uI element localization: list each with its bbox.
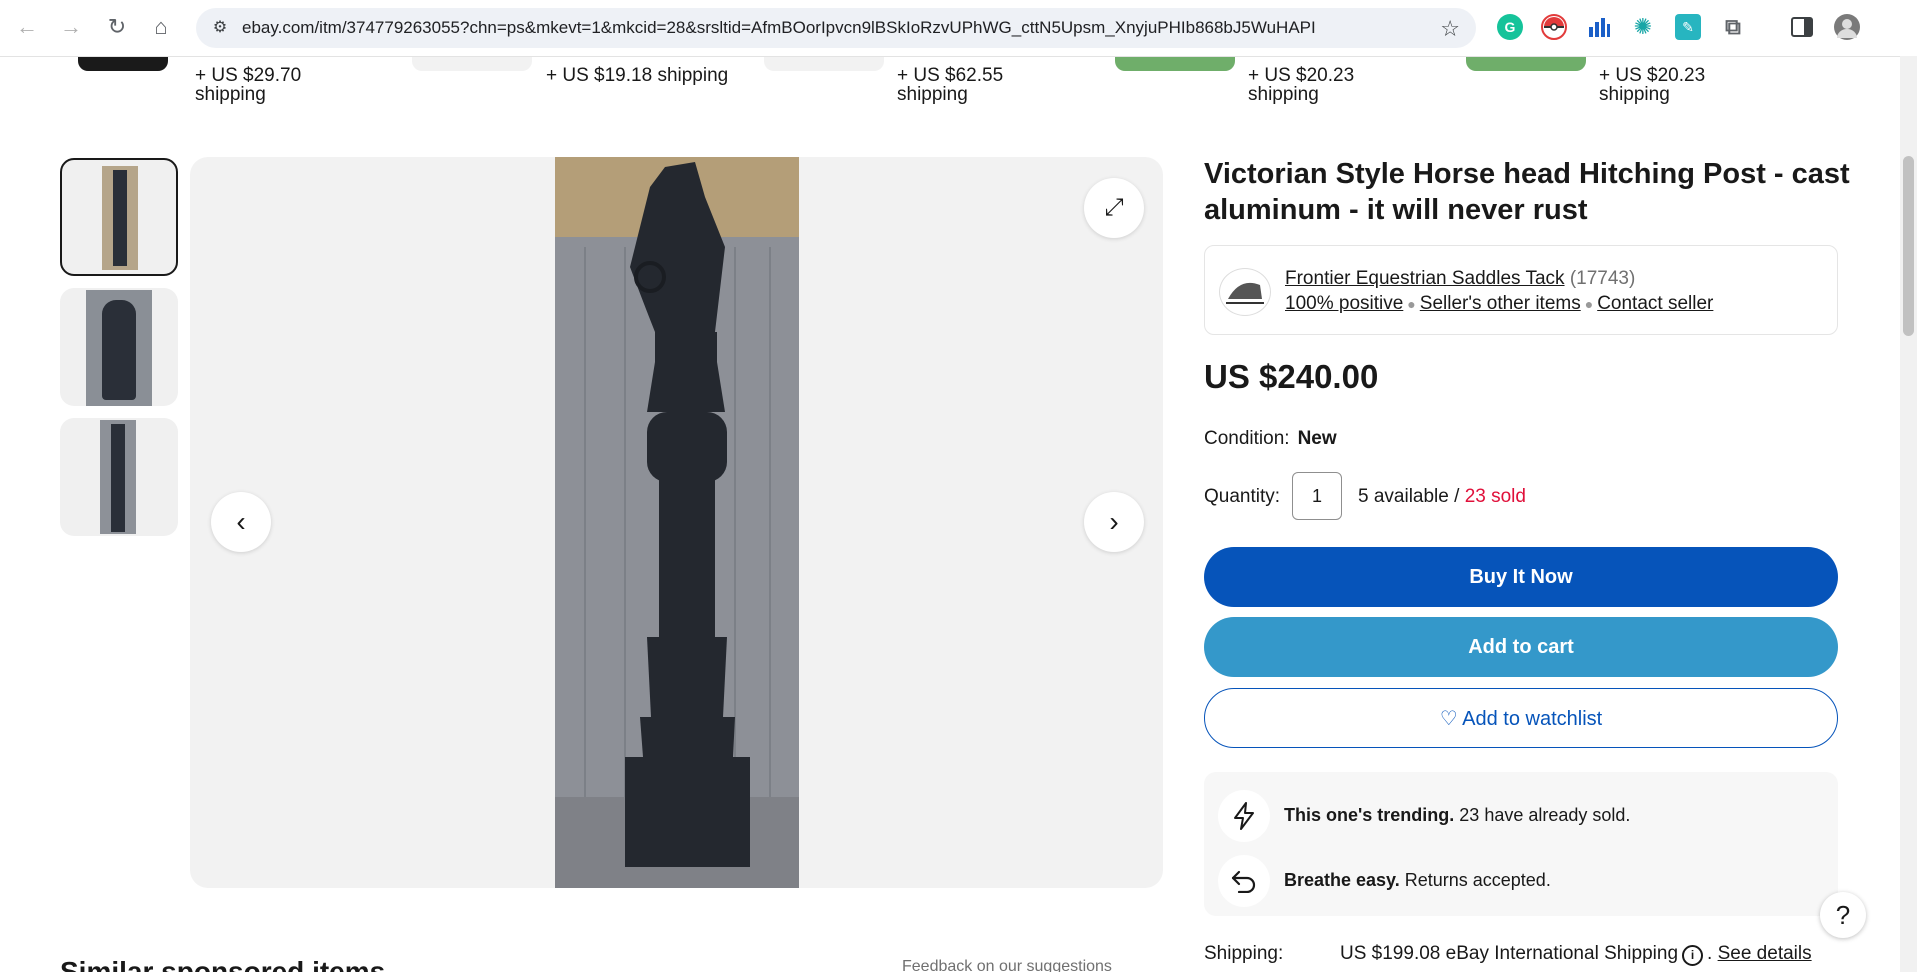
bookmark-star-icon[interactable]: ☆ xyxy=(1440,16,1460,42)
trending-signal: This one's trending. 23 have already sol… xyxy=(1284,805,1631,825)
browser-toolbar: ← → ↻ ⌂ ⚙ ebay.com/itm/374779263055?chn=… xyxy=(0,0,1917,57)
info-icon[interactable]: i xyxy=(1682,945,1704,966)
seller-logo[interactable] xyxy=(1219,268,1271,316)
quantity-label: Quantity: xyxy=(1204,486,1281,507)
main-image-viewer[interactable]: ‹ › ⤢ xyxy=(190,157,1163,888)
carousel-item-image[interactable] xyxy=(1466,57,1586,71)
seller-feedback-count[interactable]: (17743) xyxy=(1570,268,1636,289)
translate-extension-icon[interactable]: ✎ xyxy=(1675,14,1701,40)
question-mark-icon: ? xyxy=(1835,899,1851,930)
help-button[interactable]: ? xyxy=(1820,892,1866,938)
seller-positive-link[interactable]: 100% positive xyxy=(1285,293,1403,314)
quantity-input[interactable]: 1 xyxy=(1292,472,1342,520)
next-image-button[interactable]: › xyxy=(1084,492,1144,552)
page-scrollbar[interactable] xyxy=(1900,56,1917,972)
seller-other-items-link[interactable]: Seller's other items xyxy=(1420,293,1581,314)
seller-links: 100% positive ● Seller's other items ● Conta… xyxy=(1285,293,1714,314)
carousel-item-image[interactable] xyxy=(78,57,168,71)
back-icon[interactable]: ← xyxy=(12,12,42,42)
thumbnail-image xyxy=(86,290,152,406)
ai-extension-icon[interactable]: ✺ xyxy=(1630,14,1656,40)
horse-post-image xyxy=(111,424,125,532)
carousel-item-image[interactable] xyxy=(412,57,532,71)
grammarly-extension-icon[interactable]: G xyxy=(1497,14,1523,40)
chevron-right-icon: › xyxy=(1109,506,1119,537)
carousel-shipping-price: + US $29.70 shipping xyxy=(195,65,302,105)
feedback-suggestions-link[interactable]: Feedback on our suggestions xyxy=(902,958,1112,972)
chevron-left-icon: ‹ xyxy=(236,506,246,537)
condition-label: Condition: xyxy=(1204,428,1290,449)
signals-panel: This one's trending. 23 have already sol… xyxy=(1204,772,1838,916)
seller-name-link[interactable]: Frontier Equestrian Saddles Tack xyxy=(1285,268,1565,289)
shipping-value: US $199.08 eBay International Shipping i.… xyxy=(1340,943,1812,966)
pokeball-extension-icon[interactable] xyxy=(1541,14,1567,40)
profile-avatar[interactable] xyxy=(1834,14,1860,40)
lightning-icon xyxy=(1218,790,1270,842)
buy-it-now-button[interactable]: Buy It Now xyxy=(1204,547,1838,607)
horse-head-image xyxy=(102,300,136,400)
item-price: US $240.00 xyxy=(1204,358,1379,395)
condition-value: New xyxy=(1297,428,1337,449)
available-count: 5 available / xyxy=(1358,486,1460,507)
add-to-watchlist-button[interactable]: ♡ Add to watchlist xyxy=(1204,688,1838,748)
seller-card: Frontier Equestrian Saddles Tack (17743)… xyxy=(1204,245,1838,335)
sold-count: 23 sold xyxy=(1464,486,1526,507)
carousel-shipping-price: + US $19.18 shipping xyxy=(546,65,729,86)
gallery-thumbnail-1[interactable] xyxy=(60,158,178,276)
forward-icon[interactable]: → xyxy=(56,12,86,42)
add-to-cart-button[interactable]: Add to cart xyxy=(1204,617,1838,677)
carousel-shipping-price: + US $20.23 shipping xyxy=(1248,65,1355,105)
return-arrow-icon xyxy=(1218,855,1270,907)
returns-signal: Breathe easy. Returns accepted. xyxy=(1284,870,1551,890)
url-text[interactable]: ebay.com/itm/374779263055?chn=ps&mkevt=1… xyxy=(242,18,1316,38)
seller-name: Frontier Equestrian Saddles Tack (17743) xyxy=(1285,268,1635,290)
home-icon[interactable]: ⌂ xyxy=(146,12,176,42)
site-info-icon[interactable]: ⚙ xyxy=(210,18,230,38)
see-details-link[interactable]: See details xyxy=(1718,943,1812,964)
carousel-shipping-price: + US $20.23 shipping xyxy=(1599,65,1706,105)
previous-image-button[interactable]: ‹ xyxy=(211,492,271,552)
reload-icon[interactable]: ↻ xyxy=(102,12,132,42)
shipping-label: Shipping: xyxy=(1204,943,1284,964)
thumbnail-image xyxy=(102,166,138,270)
item-condition: Condition: New xyxy=(1204,428,1337,450)
horse-post-image xyxy=(113,170,127,266)
gallery-thumbnail-3[interactable] xyxy=(60,418,178,536)
similar-items-heading: Similar sponsored items xyxy=(60,958,385,972)
expand-icon: ⤢ xyxy=(1104,194,1124,221)
carousel-item-image[interactable] xyxy=(1115,57,1235,71)
carousel-shipping-price: + US $62.55 shipping xyxy=(897,65,1004,105)
product-photo xyxy=(555,157,799,888)
address-bar[interactable]: ⚙ ebay.com/itm/374779263055?chn=ps&mkevt… xyxy=(196,8,1476,48)
extensions-puzzle-icon[interactable]: ⧉ xyxy=(1720,14,1746,40)
item-title: Victorian Style Horse head Hitching Post… xyxy=(1204,158,1850,226)
availability: 5 available / 23 sold xyxy=(1358,486,1526,508)
thumbnail-image xyxy=(100,420,136,534)
carousel-item-image[interactable] xyxy=(764,57,884,71)
scrollbar-thumb[interactable] xyxy=(1903,156,1914,336)
contact-seller-link[interactable]: Contact seller xyxy=(1597,293,1713,314)
gallery-thumbnail-2[interactable] xyxy=(60,288,178,406)
chart-extension-icon[interactable] xyxy=(1586,14,1612,40)
expand-image-button[interactable]: ⤢ xyxy=(1084,178,1144,238)
side-panel-icon[interactable] xyxy=(1789,14,1815,40)
